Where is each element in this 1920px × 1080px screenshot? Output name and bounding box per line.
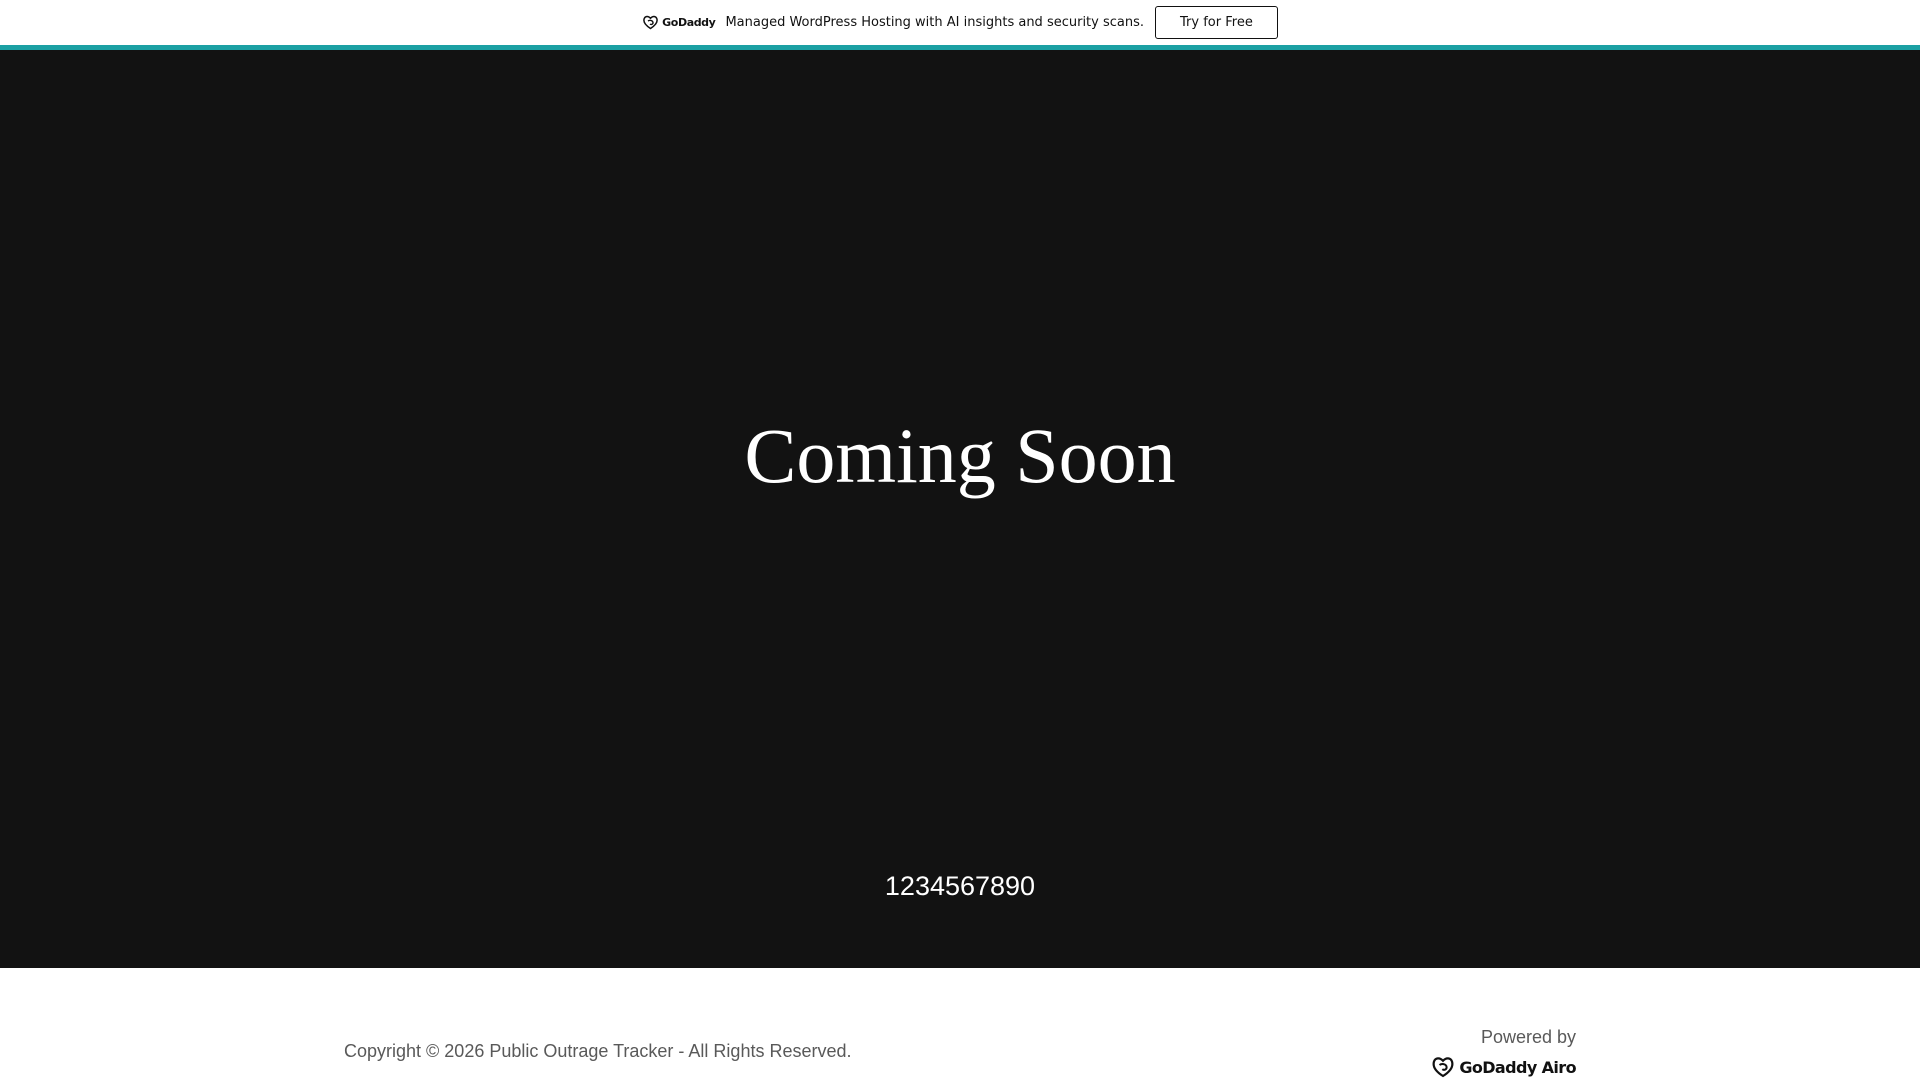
powered-by-label: Powered by bbox=[1480, 1027, 1576, 1047]
godaddy-logo-icon bbox=[642, 15, 659, 30]
godaddy-logo[interactable]: GoDaddy bbox=[642, 13, 716, 33]
copyright-text: Copyright © 2026 Public Outrage Tracker … bbox=[344, 1041, 852, 1061]
footer: Copyright © 2026 Public Outrage Tracker … bbox=[0, 968, 1920, 1080]
phone-number[interactable]: 1234567890 bbox=[0, 868, 1920, 904]
promo-message: Managed WordPress Hosting with AI insigh… bbox=[725, 15, 1145, 30]
promo-banner: GoDaddy Managed WordPress Hosting with A… bbox=[0, 0, 1920, 45]
hero-title: Coming Soon bbox=[744, 412, 1176, 499]
godaddy-airo-wordmark: GoDaddy Airo bbox=[1459, 1057, 1576, 1077]
try-for-free-button[interactable]: Try for Free bbox=[1155, 6, 1278, 39]
godaddy-airo-logo-icon bbox=[1431, 1056, 1455, 1078]
godaddy-airo-link[interactable]: GoDaddy Airo bbox=[1431, 1056, 1577, 1078]
godaddy-wordmark: GoDaddy bbox=[662, 16, 716, 29]
powered-by: Powered by GoDaddy Airo bbox=[1431, 1026, 1577, 1078]
hero-section: Coming Soon 1234567890 bbox=[0, 50, 1920, 968]
